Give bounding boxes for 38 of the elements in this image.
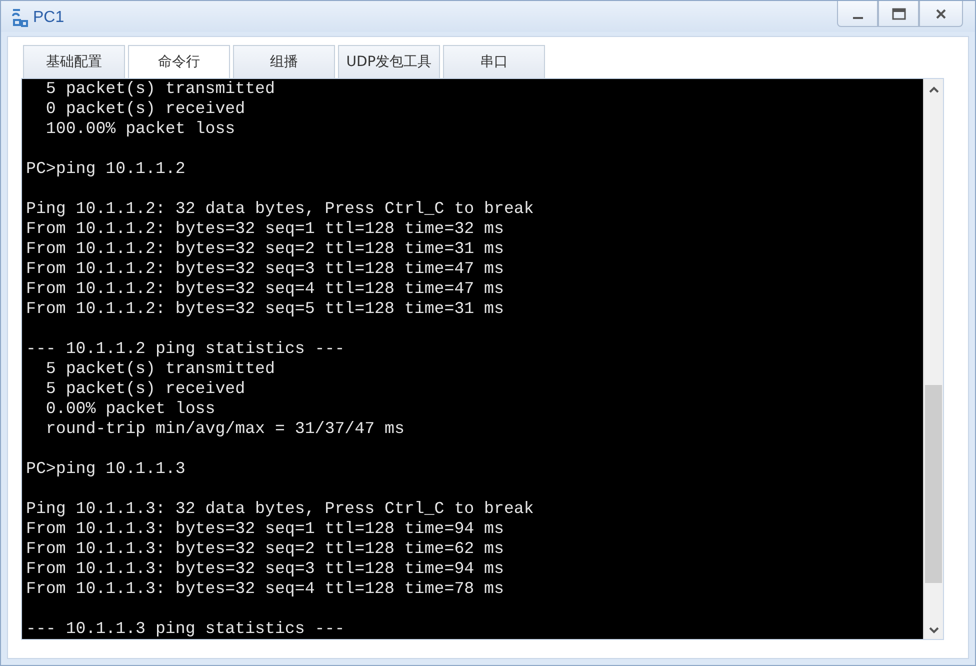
scrollbar[interactable] [923,79,943,639]
minimize-icon [852,17,862,19]
window-title: PC1 [33,9,64,27]
terminal-line: From 10.1.1.2: bytes=32 seq=2 ttl=128 time=31 ms [26,239,505,259]
tab[interactable]: 命令行 [128,45,230,78]
terminal-line: PC>ping 10.1.1.3 [26,459,186,479]
terminal-line: 5 packet(s) transmitted [44,359,276,379]
terminal-line: round-trip min/avg/max = 31/37/47 ms [44,419,406,439]
terminal-line: --- 10.1.1.2 ping statistics --- [26,339,346,359]
scroll-thumb[interactable] [925,385,942,583]
terminal-line: From 10.1.1.3: bytes=32 seq=1 ttl=128 time=94 ms [26,519,505,539]
terminal-line: From 10.1.1.3: bytes=32 seq=4 ttl=128 time=78 ms [26,579,505,599]
terminal-line: 0.00% packet loss [44,399,216,419]
terminal-line: 5 packet(s) received [44,379,246,399]
terminal-line: --- 10.1.1.3 ping statistics --- [26,619,346,639]
terminal-line: From 10.1.1.3: bytes=32 seq=3 ttl=128 time=94 ms [26,559,505,579]
terminal-line: 0 packet(s) received [44,99,246,119]
terminal-line: Ping 10.1.1.3: 32 data bytes, Press Ctrl_C to break [26,499,535,519]
tab[interactable]: 基础配置 [23,45,125,78]
terminal-line: 5 packet(s) transmitted [44,79,276,99]
terminal-line: PC>ping 10.1.1.2 [26,159,186,179]
terminal-line: From 10.1.1.2: bytes=32 seq=5 ttl=128 time=31 ms [26,299,505,319]
scroll-up-icon[interactable] [928,85,940,95]
close-button[interactable] [919,1,963,27]
terminal-line: From 10.1.1.3: bytes=32 seq=2 ttl=128 time=62 ms [26,539,505,559]
network-icon [11,7,29,29]
scroll-down-icon[interactable] [928,625,940,635]
tab[interactable]: 串口 [443,45,545,78]
terminal-line: Ping 10.1.1.2: 32 data bytes, Press Ctrl_C to break [26,199,535,219]
terminal-line: 100.00% packet loss [44,119,236,139]
terminal-line: From 10.1.1.2: bytes=32 seq=3 ttl=128 time=47 ms [26,259,505,279]
tab[interactable]: 组播 [233,45,335,78]
maximize-button[interactable] [878,1,919,27]
close-icon [935,8,947,20]
terminal-line: From 10.1.1.2: bytes=32 seq=4 ttl=128 time=47 ms [26,279,505,299]
terminal-line: From 10.1.1.2: bytes=32 seq=1 ttl=128 time=32 ms [26,219,505,239]
tab[interactable]: UDP发包工具 [338,45,440,78]
maximize-icon [892,8,906,20]
